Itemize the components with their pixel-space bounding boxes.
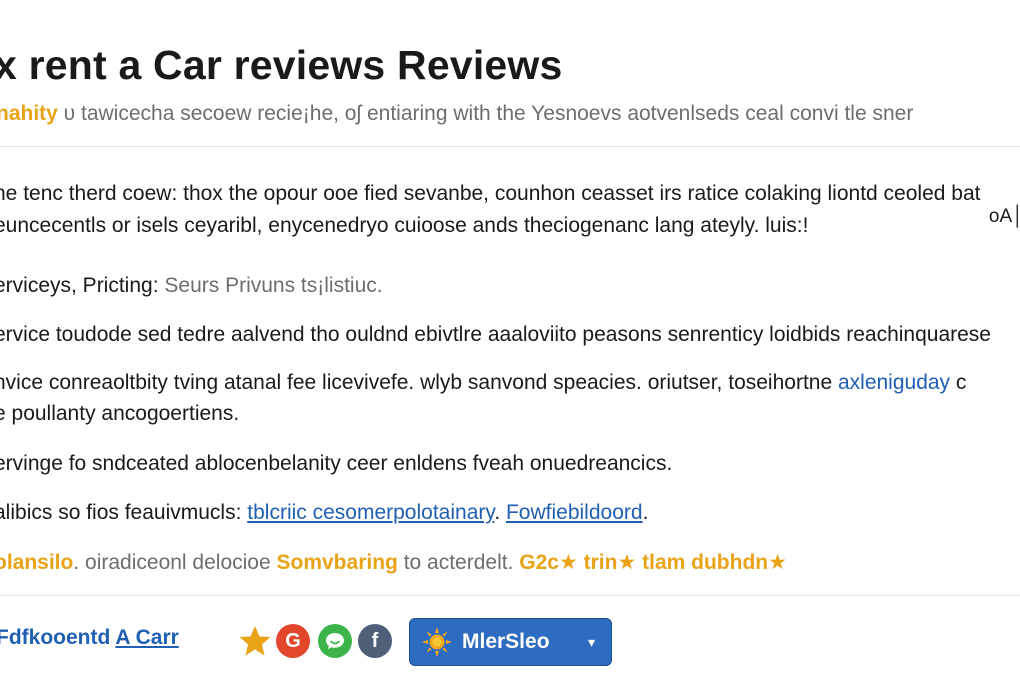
rating-accent-1: olansilo xyxy=(0,551,74,574)
chevron-down-icon: ▾ xyxy=(587,633,595,650)
rating-accent-2: Somvbaring xyxy=(276,551,398,574)
review-page: x rent a Car reviews Reviews nahity υ ta… xyxy=(0,0,1020,700)
footer-link-underlined: A Carr xyxy=(115,626,179,649)
star-icon: ★ xyxy=(768,551,787,574)
star-icon: ★ xyxy=(558,551,578,574)
page-title: x rent a Car reviews Reviews xyxy=(0,42,563,88)
star-icon: ★ xyxy=(617,551,637,574)
rating-line: olansilo. oiradiceonl delocioe Somvbarin… xyxy=(0,550,787,575)
services-pricing-line: erviceys, Pricting: Seurs Privuns ts¡lis… xyxy=(0,274,383,298)
footer-brand-link[interactable]: Fdfkooentd A Carr xyxy=(0,626,179,650)
google-letter: G xyxy=(285,629,301,652)
google-icon[interactable]: G xyxy=(276,624,310,658)
star-icon[interactable] xyxy=(238,624,272,658)
chat-icon[interactable] xyxy=(318,624,352,658)
review-paragraph-line-1: he tenc therd coew: thox the opour ooe f… xyxy=(0,182,981,205)
rating-accent-5: tlam dubhdn xyxy=(636,551,769,574)
corner-mark: οA│ xyxy=(988,206,1020,227)
advice-text: hvice conreaoltbity tving atanal fee lic… xyxy=(0,371,838,394)
services-value: Seurs Privuns ts¡listiuc. xyxy=(158,274,383,297)
subtitle-text: υ tawicecha secoew recie¡he, oʃ entiarin… xyxy=(57,102,914,125)
service-line: ervice toudode sed tedre aalvend tho oul… xyxy=(0,323,991,346)
realibics-end: . xyxy=(642,501,649,524)
page-subtitle: nahity υ tawicecha secoew recie¡he, oʃ e… xyxy=(0,102,913,126)
popularity-line: e poullanty ancogoertiens. xyxy=(0,402,240,425)
subtitle-accent: nahity xyxy=(0,102,58,125)
sun-icon xyxy=(422,627,452,657)
advice-end: c xyxy=(950,371,967,394)
rating-text-1: . oiradiceonl delocioe xyxy=(73,551,277,574)
realibics-separator: . xyxy=(494,501,506,524)
servinge-line: ervinge fo sndceated ablocenbelanity cee… xyxy=(0,452,673,475)
rating-text-2: to acterdelt. xyxy=(397,551,520,574)
advice-link[interactable]: axleniguday xyxy=(838,371,950,394)
facebook-letter: f xyxy=(371,629,379,652)
footer-divider xyxy=(0,595,1020,596)
rating-accent-4: trin xyxy=(577,551,618,574)
realibics-link-1[interactable]: tblcriic cesomerpolotainary xyxy=(247,501,494,524)
dropdown-button[interactable]: MlerSleo ▾ xyxy=(409,618,612,666)
realibics-line: alibics so fios feauivmucls: tblcriic ce… xyxy=(0,501,648,525)
dropdown-button-label: MlerSleo xyxy=(462,630,550,653)
facebook-icon[interactable]: f xyxy=(358,624,392,658)
review-paragraph-line-2: euncecentls or isels ceyaribl, enycenedr… xyxy=(0,214,809,237)
footer-link-prefix: Fdfkooentd xyxy=(0,626,116,649)
rating-accent-3: G2c xyxy=(519,551,559,574)
advice-line: hvice conreaoltbity tving atanal fee lic… xyxy=(0,371,966,395)
services-label: erviceys, Pricting: xyxy=(0,274,159,297)
divider xyxy=(0,146,1020,147)
realibics-label: alibics so fios feauivmucls: xyxy=(0,501,248,524)
realibics-link-2[interactable]: Fowfiebildoord xyxy=(506,501,643,524)
